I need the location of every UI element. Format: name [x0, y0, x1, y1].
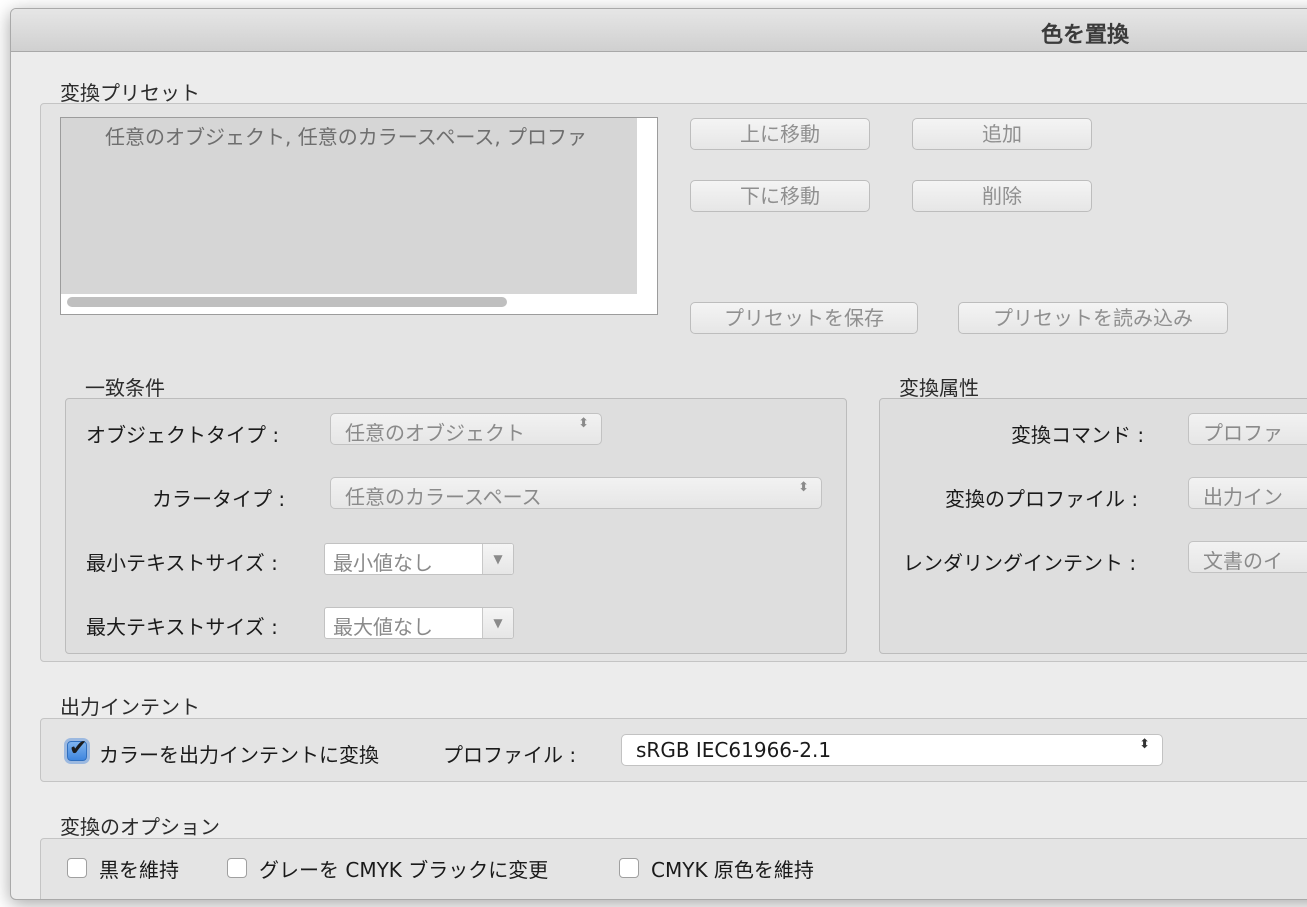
delete-button[interactable]: 削除: [912, 180, 1092, 212]
convert-to-output-intent-label[interactable]: カラーを出力インテントに変換: [99, 739, 379, 768]
keep-black-label[interactable]: 黒を維持: [99, 854, 179, 883]
max-text-size-label: 最大テキストサイズ :: [86, 615, 278, 639]
color-type-select[interactable]: 任意のカラースペース ⬍: [330, 477, 822, 509]
color-type-label: カラータイプ :: [152, 487, 286, 511]
preset-list-item[interactable]: 任意のオブジェクト, 任意のカラースペース, プロファ: [61, 118, 637, 294]
convert-command-label: 変換コマンド :: [1011, 423, 1145, 447]
output-intent-section-title: 出力インテント: [60, 695, 200, 719]
chevron-down-icon[interactable]: ▼: [482, 608, 513, 638]
checkmark-icon: ✔: [69, 736, 88, 761]
chevron-down-icon[interactable]: ▼: [482, 544, 513, 574]
min-text-size-label: 最小テキストサイズ :: [86, 551, 278, 575]
gray-to-cmyk-black-label[interactable]: グレーを CMYK ブラックに変更: [259, 854, 548, 883]
dialog-title: 色を置換: [1041, 23, 1130, 48]
preset-panel: 任意のオブジェクト, 任意のカラースペース, プロファ 上に移動 追加 下に移動…: [40, 103, 1307, 662]
color-type-value: 任意のカラースペース: [345, 485, 542, 509]
move-up-button[interactable]: 上に移動: [690, 118, 870, 150]
rendering-intent-value: 文書のイ: [1203, 549, 1283, 573]
move-down-button[interactable]: 下に移動: [690, 180, 870, 212]
preset-list-scrollbar[interactable]: [67, 297, 507, 307]
max-text-size-combo[interactable]: 最大値なし ▼: [324, 607, 514, 639]
keep-cmyk-primaries-label[interactable]: CMYK 原色を維持: [651, 854, 814, 883]
keep-black-checkbox[interactable]: [67, 858, 87, 878]
object-type-label: オブジェクトタイプ :: [86, 423, 280, 447]
load-preset-button[interactable]: プリセットを読み込み: [958, 302, 1228, 334]
preset-section-title: 変換プリセット: [60, 81, 200, 105]
convert-command-value: プロファ: [1203, 421, 1283, 445]
updown-arrows-icon: ⬍: [578, 416, 589, 431]
match-section-title: 一致条件: [85, 376, 165, 400]
convert-profile-label: 変換のプロファイル :: [945, 487, 1139, 511]
gray-to-cmyk-black-checkbox[interactable]: [227, 858, 247, 878]
convert-section-title: 変換属性: [899, 376, 979, 400]
options-section-title: 変換のオプション: [60, 815, 220, 839]
output-profile-select[interactable]: sRGB IEC61966-2.1 ⬍: [621, 734, 1163, 766]
options-panel: 黒を維持 グレーを CMYK ブラックに変更 CMYK 原色を維持: [40, 838, 1307, 899]
output-profile-label: プロファイル :: [443, 743, 577, 767]
max-text-size-value: 最大値なし: [333, 615, 433, 639]
rendering-intent-label: レンダリングインテント :: [903, 551, 1137, 575]
match-panel: オブジェクトタイプ : 任意のオブジェクト ⬍ カラータイプ : 任意のカラース…: [65, 398, 847, 654]
add-button[interactable]: 追加: [912, 118, 1092, 150]
output-intent-panel: ✔ カラーを出力インテントに変換 プロファイル : sRGB IEC61966-…: [40, 718, 1307, 782]
replace-color-dialog: 色を置換 変換プリセット 任意のオブジェクト, 任意のカラースペース, プロファ…: [10, 8, 1307, 900]
keep-cmyk-primaries-checkbox[interactable]: [619, 858, 639, 878]
convert-profile-select[interactable]: 出力イン: [1188, 477, 1307, 509]
title-bar[interactable]: 色を置換: [11, 9, 1307, 52]
save-preset-button[interactable]: プリセットを保存: [690, 302, 918, 334]
convert-command-select[interactable]: プロファ: [1188, 413, 1307, 445]
updown-arrows-icon: ⬍: [1139, 737, 1150, 752]
object-type-value: 任意のオブジェクト: [345, 421, 525, 445]
preset-list-item-label: 任意のオブジェクト, 任意のカラースペース, プロファ: [105, 125, 588, 149]
object-type-select[interactable]: 任意のオブジェクト ⬍: [330, 413, 602, 445]
convert-profile-value: 出力イン: [1203, 485, 1283, 509]
updown-arrows-icon: ⬍: [798, 480, 809, 495]
convert-to-output-intent-checkbox[interactable]: ✔: [67, 736, 87, 761]
rendering-intent-select[interactable]: 文書のイ: [1188, 541, 1307, 573]
preset-list[interactable]: 任意のオブジェクト, 任意のカラースペース, プロファ: [60, 117, 658, 315]
min-text-size-value: 最小値なし: [333, 551, 433, 575]
convert-panel: 変換コマンド : プロファ 変換のプロファイル : 出力イン レンダリングインテ…: [879, 398, 1307, 654]
output-profile-value: sRGB IEC61966-2.1: [636, 738, 832, 762]
min-text-size-combo[interactable]: 最小値なし ▼: [324, 543, 514, 575]
